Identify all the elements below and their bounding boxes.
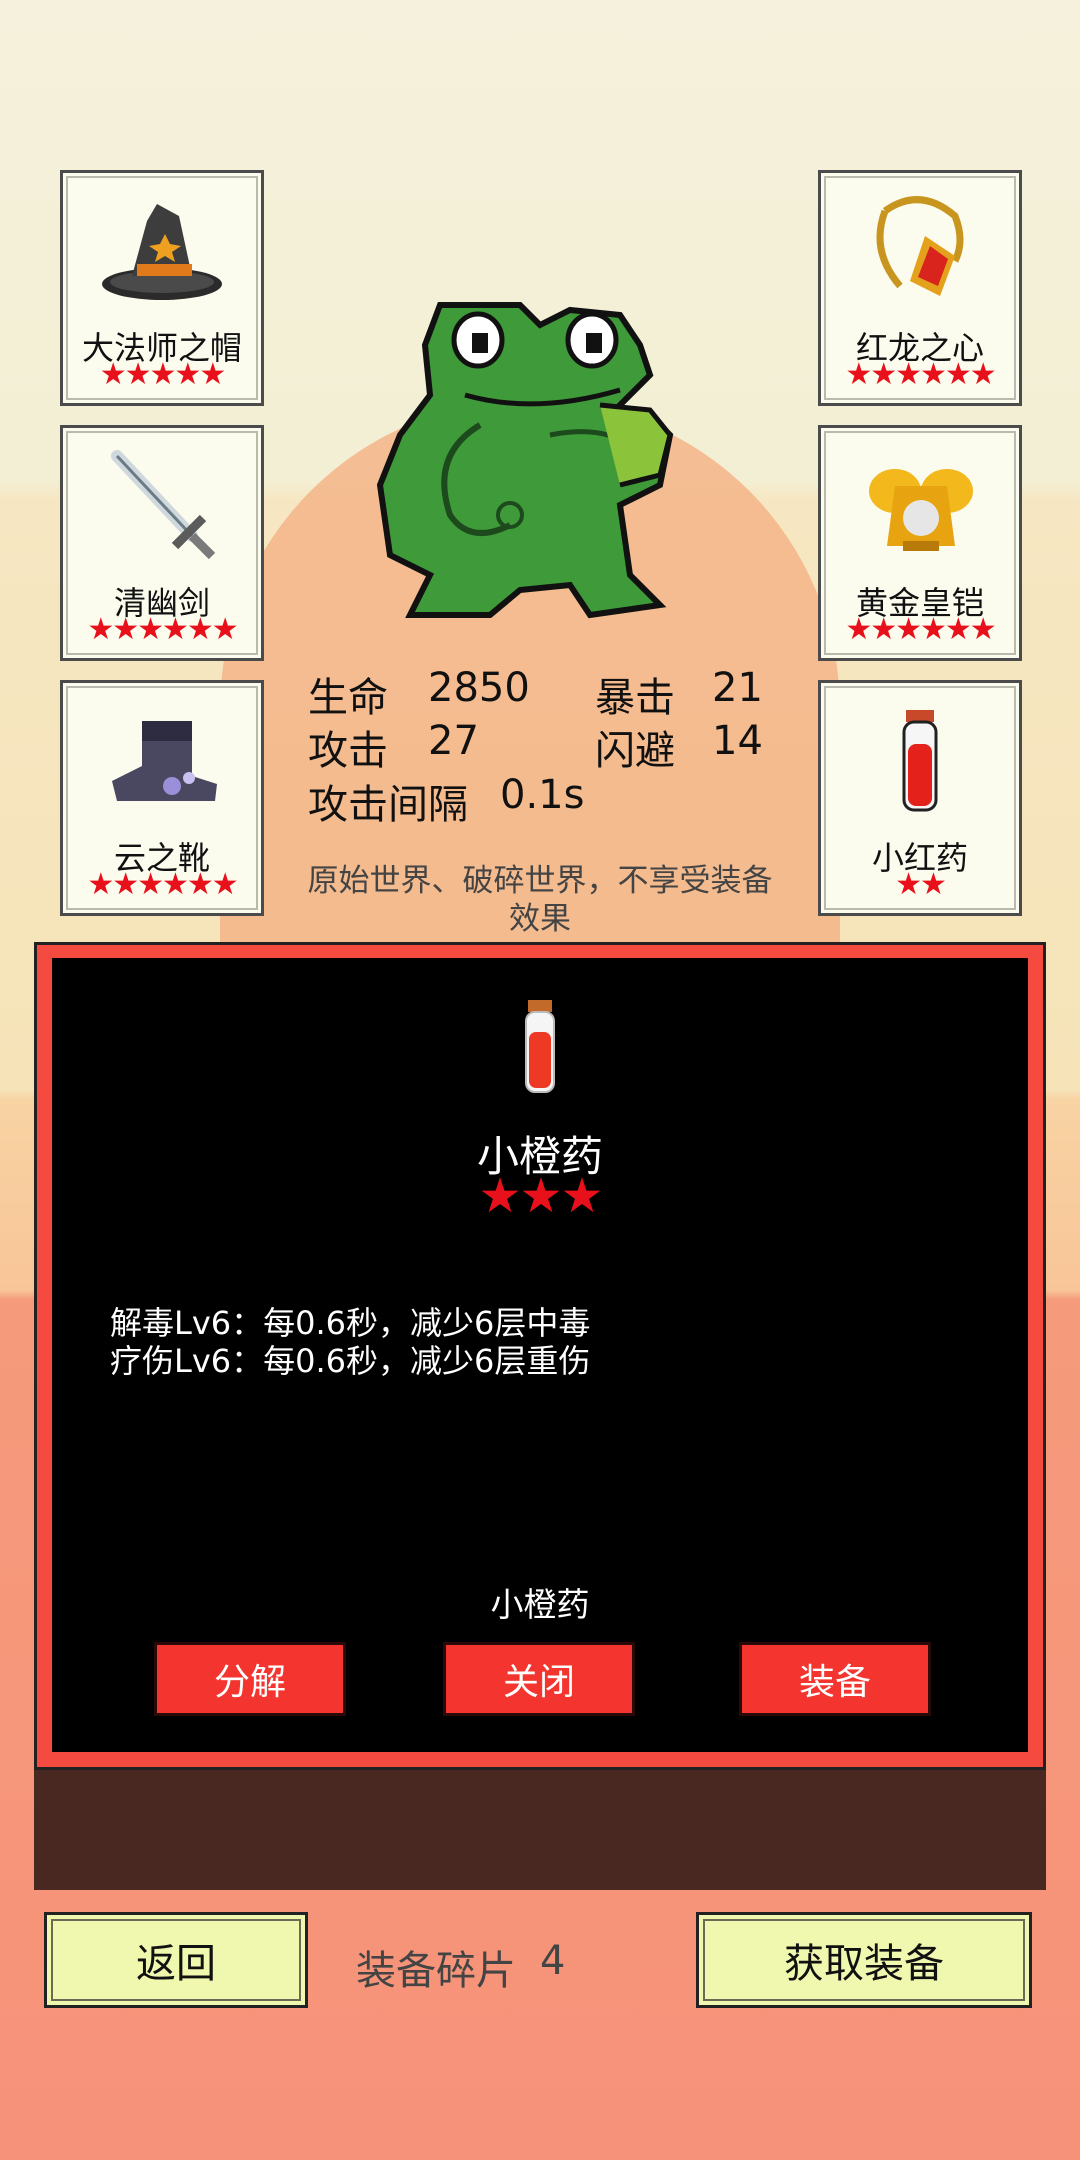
fragments-label: 装备碎片 — [356, 1948, 516, 1994]
boots-icon — [63, 701, 261, 821]
red-potion-icon — [821, 701, 1019, 821]
detail-panel: 小橙药 ★★★ 解毒Lv6：每0.6秒，减少6层中毒 疗伤Lv6：每0.6秒，减… — [52, 958, 1028, 1752]
stat-hp-label: 生命 — [308, 675, 388, 721]
equip-stars: ★★★★★★ — [87, 867, 238, 902]
effect-line: 疗伤Lv6：每0.6秒，减少6层重伤 — [110, 1342, 591, 1380]
stat-atk-value: 27 — [428, 718, 479, 764]
get-equipment-button[interactable]: 获取装备 — [696, 1912, 1032, 2008]
decompose-button[interactable]: 分解 — [154, 1642, 346, 1716]
fragments-count: 4 — [540, 1938, 566, 1984]
back-button[interactable]: 返回 — [44, 1912, 308, 2008]
stat-atk-label: 攻击 — [308, 728, 388, 774]
equip-stars: ★★★★★★ — [845, 612, 996, 647]
equip-slot-armor[interactable]: 黄金皇铠 ★★★★★★ — [818, 425, 1022, 661]
amulet-icon — [821, 191, 1019, 311]
equip-stars: ★★★★★★ — [87, 612, 238, 647]
equip-slot-potion[interactable]: 小红药 ★★ — [818, 680, 1022, 916]
stat-dodge-value: 14 — [712, 718, 763, 764]
stat-interval-value: 0.1s — [500, 772, 585, 818]
stat-interval-label: 攻击间隔 — [308, 782, 468, 828]
equip-slot-sword[interactable]: 清幽剑 ★★★★★★ — [60, 425, 264, 661]
sword-icon — [63, 446, 261, 566]
stat-hp-value: 2850 — [428, 665, 530, 711]
panel-bottom-strip — [34, 1770, 1046, 1890]
stat-crit-value: 21 — [712, 665, 763, 711]
equip-slot-hat[interactable]: 大法师之帽 ★★★★★ — [60, 170, 264, 406]
equip-stars: ★★★★★★ — [845, 357, 996, 392]
equip-stars: ★★ — [895, 867, 947, 902]
equip-slot-amulet[interactable]: 红龙之心 ★★★★★★ — [818, 170, 1022, 406]
frog-character — [370, 285, 710, 620]
close-button[interactable]: 关闭 — [443, 1642, 635, 1716]
wizard-hat-icon — [63, 191, 261, 311]
stat-crit-label: 暴击 — [595, 675, 675, 721]
detail-footer-name: 小橙药 — [490, 1585, 590, 1624]
world-note: 原始世界、破碎世界，不享受装备效果 — [307, 863, 773, 937]
orange-potion-icon — [514, 998, 566, 1102]
equip-slot-boots[interactable]: 云之靴 ★★★★★★ — [60, 680, 264, 916]
golden-armor-icon — [821, 446, 1019, 566]
equip-stars: ★★★★★ — [99, 357, 226, 392]
equip-button[interactable]: 装备 — [739, 1642, 931, 1716]
detail-stars: ★★★ — [478, 1168, 603, 1224]
stat-dodge-label: 闪避 — [595, 728, 675, 774]
